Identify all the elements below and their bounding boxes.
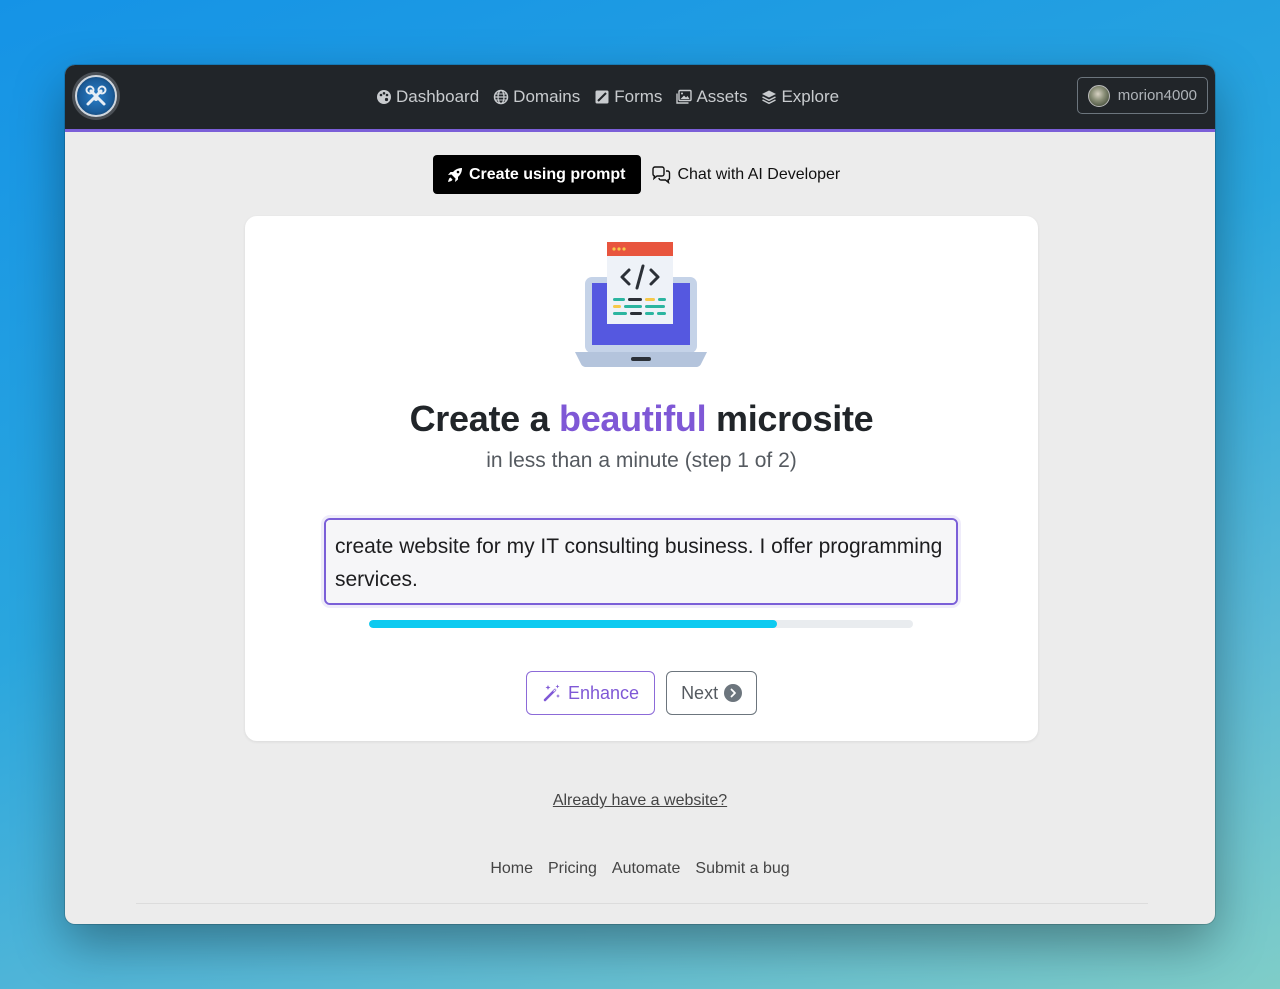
palette-icon (377, 90, 391, 104)
nav-dashboard[interactable]: Dashboard (376, 87, 479, 107)
footer-link-automate[interactable]: Automate (612, 860, 680, 878)
username: morion4000 (1117, 87, 1197, 104)
logo-tools-icon (75, 75, 117, 117)
browser-window: Dashboard Domains Forms Assets Explore m… (65, 65, 1215, 924)
footer-divider (136, 903, 1148, 904)
create-card: Create a beautiful microsite in less tha… (245, 216, 1038, 741)
images-icon (676, 89, 693, 104)
footer-nav: Home Pricing Automate Submit a bug (65, 860, 1215, 878)
chevron-right-circle-icon (724, 684, 743, 702)
already-have-website-row: Already have a website? (65, 792, 1215, 810)
user-menu-button[interactable]: morion4000 (1076, 77, 1208, 114)
nav-forms[interactable]: Forms (594, 87, 662, 107)
rocket-icon (448, 167, 462, 182)
enhance-button[interactable]: Enhance (526, 671, 656, 715)
layers-icon (762, 90, 777, 105)
next-button[interactable]: Next (666, 671, 758, 715)
nav-domains[interactable]: Domains (493, 87, 580, 107)
top-navbar: Dashboard Domains Forms Assets Explore m… (65, 65, 1215, 132)
tab-create-label: Create using prompt (469, 165, 626, 183)
avatar (1087, 84, 1110, 107)
form-icon (595, 90, 609, 104)
page-subtitle: in less than a minute (step 1 of 2) (486, 449, 797, 472)
nav-domains-label: Domains (513, 87, 581, 106)
tab-create-using-prompt[interactable]: Create using prompt (433, 155, 642, 194)
site-logo[interactable] (72, 72, 120, 120)
nav-explore[interactable]: Explore (761, 87, 839, 107)
mode-tabs: Create using prompt Chat with AI Develop… (433, 155, 840, 194)
chat-bubbles-icon (652, 165, 671, 184)
globe-icon (493, 89, 509, 105)
nav-assets-label: Assets (696, 87, 748, 106)
nav-dashboard-label: Dashboard (396, 87, 480, 106)
nav-explore-label: Explore (781, 87, 840, 106)
prompt-progress-bar (369, 620, 913, 628)
title-after: microsite (706, 398, 874, 439)
nav-forms-label: Forms (614, 87, 663, 106)
tab-chat-label: Chat with AI Developer (677, 165, 841, 183)
card-actions: Enhance Next (526, 671, 758, 715)
main-nav: Dashboard Domains Forms Assets Explore (376, 65, 839, 129)
nav-assets[interactable]: Assets (676, 87, 747, 107)
enhance-label: Enhance (568, 682, 640, 703)
footer-link-submit-bug[interactable]: Submit a bug (695, 860, 789, 878)
magic-wand-icon (543, 684, 560, 702)
next-label: Next (681, 682, 719, 703)
footer-link-home[interactable]: Home (490, 860, 533, 878)
footer-link-pricing[interactable]: Pricing (548, 860, 597, 878)
laptop-code-illustration (575, 242, 707, 367)
prompt-textarea[interactable]: create website for my IT consulting busi… (324, 518, 958, 605)
already-have-website-link[interactable]: Already have a website? (553, 792, 727, 809)
title-before: Create a (409, 398, 559, 439)
prompt-progress-fill (369, 620, 777, 628)
page-title: Create a beautiful microsite (245, 398, 1038, 440)
title-accent: beautiful (559, 398, 707, 439)
tab-chat-with-ai-developer[interactable]: Chat with AI Developer (651, 155, 840, 194)
